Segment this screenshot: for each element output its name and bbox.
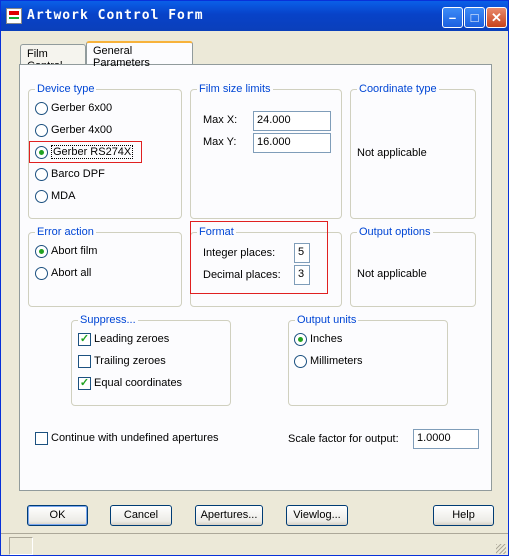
- artwork-control-form-window: Artwork Control Form – □ ✕ Film Control …: [0, 0, 509, 556]
- checkbox-leading-zeroes[interactable]: ✓: [78, 333, 91, 346]
- leading-zeroes-label[interactable]: Leading zeroes: [94, 333, 169, 345]
- apertures-button[interactable]: Apertures...: [195, 505, 263, 526]
- tab-general-parameters[interactable]: General Parameters: [86, 41, 193, 69]
- continue-undefined-apertures-label[interactable]: Continue with undefined apertures: [51, 432, 219, 444]
- scale-factor-label: Scale factor for output:: [288, 433, 399, 445]
- maximize-button[interactable]: □: [464, 7, 485, 28]
- radio-gerber-6x00[interactable]: [35, 102, 48, 115]
- status-bar: [1, 533, 508, 556]
- radio-abort-all[interactable]: [35, 267, 48, 280]
- coordinate-type-text: Not applicable: [357, 147, 427, 159]
- equal-coordinates-label[interactable]: Equal coordinates: [94, 377, 182, 389]
- minimize-button[interactable]: –: [442, 7, 463, 28]
- gerber-4x00-label[interactable]: Gerber 4x00: [51, 124, 112, 136]
- device-type-legend: Device type: [35, 83, 97, 95]
- abort-all-label[interactable]: Abort all: [51, 267, 91, 279]
- radio-abort-film[interactable]: [35, 245, 48, 258]
- status-cell: [9, 537, 33, 555]
- output-options-legend: Output options: [357, 226, 433, 238]
- checkbox-equal-coordinates[interactable]: ✓: [78, 377, 91, 390]
- help-button[interactable]: Help: [433, 505, 494, 526]
- close-button[interactable]: ✕: [486, 7, 507, 28]
- radio-mda[interactable]: [35, 190, 48, 203]
- cancel-button[interactable]: Cancel: [110, 505, 172, 526]
- inches-label[interactable]: Inches: [310, 333, 342, 345]
- coordinate-type-legend: Coordinate type: [357, 83, 439, 95]
- max-x-label: Max X:: [203, 114, 238, 126]
- max-y-label: Max Y:: [203, 136, 237, 148]
- radio-barco-dpf[interactable]: [35, 168, 48, 181]
- highlight-box-device: [29, 141, 142, 163]
- abort-film-label[interactable]: Abort film: [51, 245, 97, 257]
- radio-millimeters[interactable]: [294, 355, 307, 368]
- gerber-6x00-label[interactable]: Gerber 6x00: [51, 102, 112, 114]
- radio-inches[interactable]: [294, 333, 307, 346]
- ok-button[interactable]: OK: [27, 505, 88, 526]
- error-action-legend: Error action: [35, 226, 96, 238]
- millimeters-label[interactable]: Millimeters: [310, 355, 363, 367]
- resize-grip-icon[interactable]: [496, 544, 506, 554]
- tab-film-control[interactable]: Film Control: [20, 44, 86, 72]
- checkbox-continue-undefined-apertures[interactable]: [35, 432, 48, 445]
- viewlog-button[interactable]: Viewlog...: [286, 505, 348, 526]
- mda-label[interactable]: MDA: [51, 190, 75, 202]
- radio-gerber-4x00[interactable]: [35, 124, 48, 137]
- output-options-text: Not applicable: [357, 268, 427, 280]
- highlight-box-format: [190, 221, 328, 294]
- film-size-limits-group: [190, 89, 342, 219]
- film-size-limits-legend: Film size limits: [197, 83, 273, 95]
- max-y-input[interactable]: 16.000: [253, 133, 331, 153]
- title-bar[interactable]: Artwork Control Form – □ ✕: [1, 1, 508, 31]
- suppress-legend: Suppress...: [78, 314, 138, 326]
- output-units-legend: Output units: [295, 314, 359, 326]
- max-x-input[interactable]: 24.000: [253, 111, 331, 131]
- app-icon[interactable]: [6, 8, 22, 24]
- trailing-zeroes-label[interactable]: Trailing zeroes: [94, 355, 166, 367]
- barco-dpf-label[interactable]: Barco DPF: [51, 168, 105, 180]
- window-title: Artwork Control Form: [27, 8, 204, 23]
- checkbox-trailing-zeroes[interactable]: [78, 355, 91, 368]
- scale-factor-input[interactable]: 1.0000: [413, 429, 479, 449]
